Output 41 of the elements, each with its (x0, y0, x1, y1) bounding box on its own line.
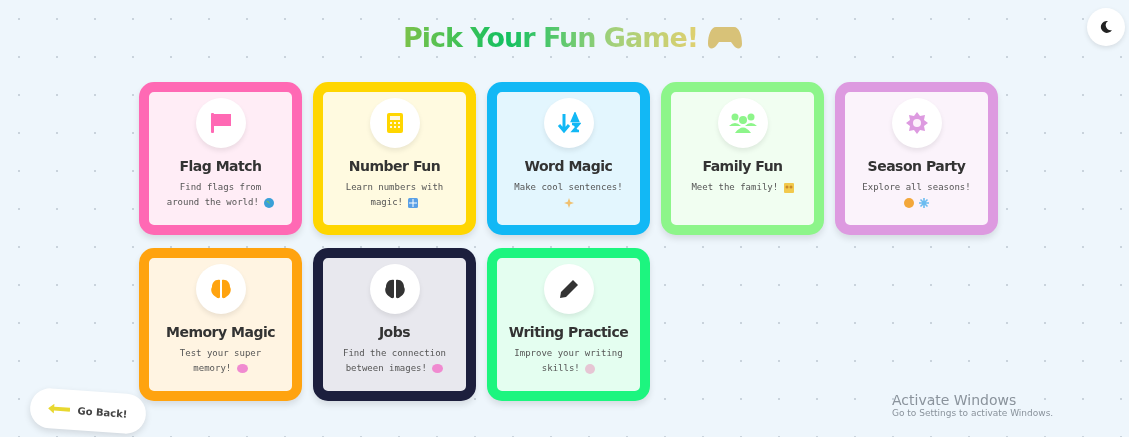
game-title: Number Fun (348, 158, 441, 174)
sun-icon (904, 111, 929, 135)
gamepad-icon (708, 24, 742, 50)
game-description: Explore all seasons! (857, 180, 976, 210)
flag-icon (208, 112, 233, 134)
arrow-left-icon (48, 403, 71, 415)
globe-icon (264, 197, 275, 208)
sparkle-icon (563, 197, 574, 208)
activation-title: Activate Windows (892, 392, 1018, 408)
theme-toggle[interactable] (1087, 8, 1125, 46)
game-card[interactable]: Family Fun Meet the family! (661, 82, 824, 235)
game-description: Meet the family! (691, 180, 794, 195)
sort-icon (556, 112, 581, 134)
game-card[interactable]: Flag Match Find flags from around the world! (139, 82, 302, 235)
calculator-icon (385, 112, 404, 134)
snowflake-icon (919, 197, 930, 208)
game-description: Learn numbers with magic! (344, 181, 445, 210)
game-description: Find the connection between images! (342, 347, 447, 375)
back-button[interactable]: Go Back! (28, 387, 148, 435)
game-title: Flag Match (179, 158, 262, 174)
game-card[interactable]: Memory Magic Test your super memory! (139, 248, 302, 401)
game-description: Improve your writing skills! (513, 347, 624, 376)
pencil-icon (557, 278, 580, 300)
game-title: Memory Magic (165, 324, 275, 340)
game-title: Writing Practice (508, 324, 629, 340)
game-card[interactable]: Season Party Explore all seasons! (835, 82, 998, 235)
numbers-icon (408, 197, 419, 208)
game-title: Season Party (867, 158, 966, 174)
moon-icon (1099, 20, 1113, 34)
people-icon (727, 112, 758, 134)
game-card[interactable]: Word Magic Make cool sentences! (487, 82, 650, 235)
game-card[interactable]: Writing Practice Improve your writing skills! (487, 248, 650, 401)
game-description: Find flags from around the world! (161, 180, 280, 210)
game-card[interactable]: Number Fun Learn numbers with magic! (313, 82, 476, 235)
game-title: Jobs (378, 324, 411, 340)
game-description: Make cool sentences! (509, 180, 628, 210)
game-card[interactable]: Jobs Find the connection between images! (313, 248, 476, 401)
game-title: Family Fun (702, 158, 783, 174)
activation-message: Go to Settings to activate Windows. (892, 408, 1054, 418)
game-description: Test your super memory! (178, 347, 263, 375)
game-title: Word Magic (524, 158, 613, 174)
